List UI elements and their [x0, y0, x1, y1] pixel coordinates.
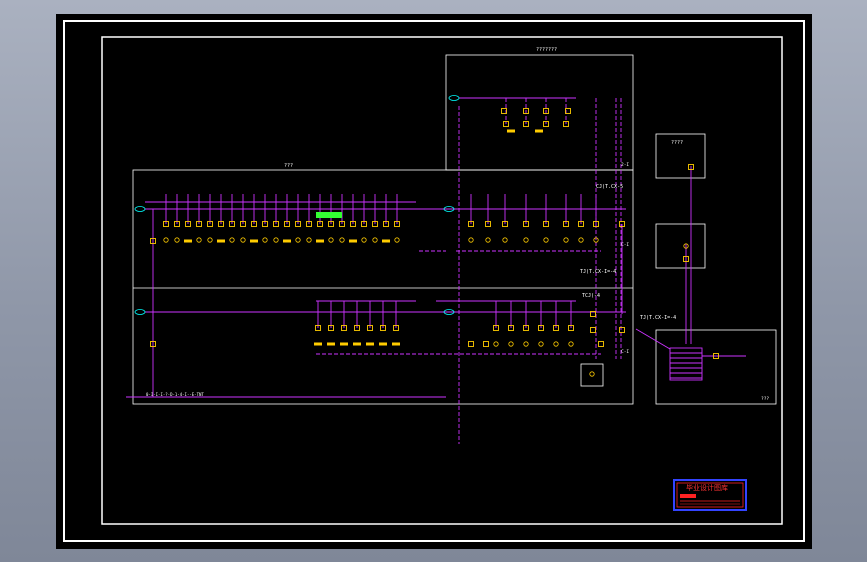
junction-node: [578, 237, 584, 243]
bus-connector: [134, 206, 146, 212]
component: [250, 239, 258, 243]
bus-connector: [448, 95, 460, 101]
junction-node: [163, 237, 169, 243]
junction-node: [306, 237, 312, 243]
title-block: 毕业设计图库: [673, 479, 747, 511]
junction-node: [508, 341, 514, 347]
wire: [635, 328, 671, 350]
terminal-layer: [134, 95, 719, 381]
junction-node: [240, 237, 246, 243]
title-block-heading: 毕业设计图库: [686, 483, 728, 492]
right-box-3-label: ???: [761, 396, 769, 402]
component: [340, 342, 348, 346]
junction-node: [523, 341, 529, 347]
junction-node: [328, 237, 334, 243]
junction-node: [553, 341, 559, 347]
junction-node: [543, 237, 549, 243]
ref-label-6: C-I: [621, 242, 629, 248]
component: [379, 342, 387, 346]
junction-node: [485, 237, 491, 243]
outer-frame: [63, 20, 805, 542]
right-box-2: [655, 223, 706, 269]
component: [283, 239, 291, 243]
ref-label-7: C-I: [621, 349, 629, 355]
component: [184, 239, 192, 243]
junction-node: [196, 237, 202, 243]
junction-node: [502, 237, 508, 243]
component: [314, 342, 322, 346]
top-panel: [445, 54, 634, 171]
terminal: [468, 341, 474, 347]
bus-connector: [134, 309, 146, 315]
component: [507, 129, 515, 133]
junction-node: [563, 237, 569, 243]
junction-node: [273, 237, 279, 243]
ref-label-1: CJ(T.CX-5: [596, 184, 623, 190]
junction-node: [174, 237, 180, 243]
wire-layer: [126, 97, 746, 444]
junction-node: [207, 237, 213, 243]
right-box-3: [655, 329, 777, 405]
junction-node: [589, 371, 595, 377]
right-box-1-title: ????: [671, 140, 683, 146]
top-panel-title: ???????: [536, 47, 557, 53]
junction-node: [523, 237, 529, 243]
junction-node: [295, 237, 301, 243]
ref-label-5: 0-I-I-I-?-D-1-4-I--E-TNT: [146, 392, 204, 397]
small-box: [580, 363, 604, 387]
component: [353, 342, 361, 346]
junction-node: [372, 237, 378, 243]
terminal: [590, 327, 596, 333]
junction-node: [568, 341, 574, 347]
junction-node: [262, 237, 268, 243]
junction-node: [361, 237, 367, 243]
schematic-drawing: ??????? ??? ???? ??? CJ(T.CX-5 TJ(T.CX-I…: [63, 20, 805, 542]
junction-node: [394, 237, 400, 243]
junction-node: [229, 237, 235, 243]
component: [217, 239, 225, 243]
component: [535, 129, 543, 133]
component: [316, 239, 324, 243]
inner-frame: [101, 36, 783, 525]
component: [392, 342, 400, 346]
ref-label-3: TJ(T.CX-I=-4: [640, 315, 676, 321]
ref-label-8: 2-I: [621, 162, 629, 168]
junction-node: [538, 341, 544, 347]
junction-node: [339, 237, 345, 243]
cad-canvas[interactable]: ??????? ??? ???? ??? CJ(T.CX-5 TJ(T.CX-I…: [56, 14, 812, 549]
terminal: [483, 341, 489, 347]
junction-node: [493, 341, 499, 347]
component: [349, 239, 357, 243]
junction-node: [468, 237, 474, 243]
main-panel: [132, 169, 634, 405]
component: [327, 342, 335, 346]
main-panel-title: ???: [284, 163, 293, 169]
component: [382, 239, 390, 243]
ref-label-2: TJ(T.CX-I=-4: [580, 269, 616, 275]
component: [366, 342, 374, 346]
terminal: [619, 327, 625, 333]
highlighted-component: [316, 212, 342, 218]
terminal: [598, 341, 604, 347]
ref-label-4: TCJ(-4: [582, 293, 600, 299]
